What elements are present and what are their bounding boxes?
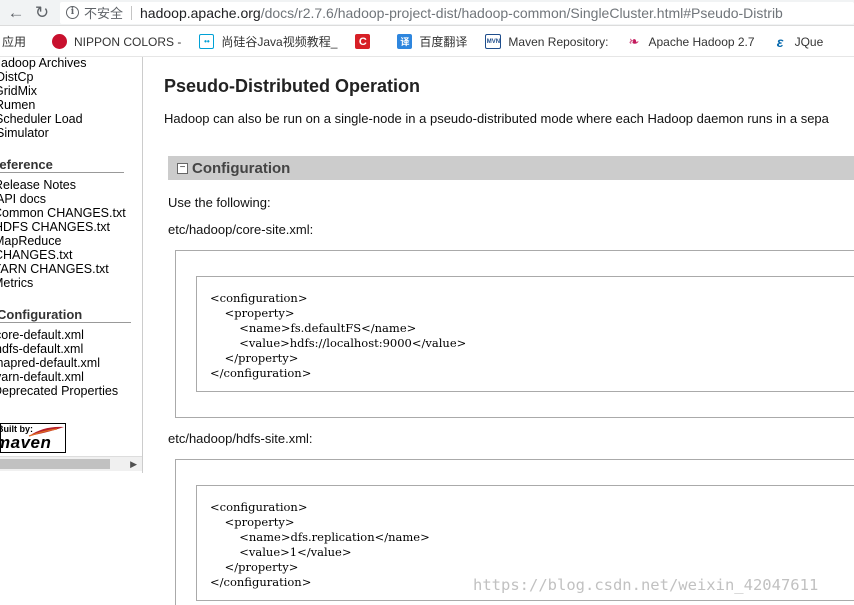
- collapse-icon[interactable]: −: [177, 162, 188, 174]
- back-arrow-icon[interactable]: ←: [6, 3, 26, 23]
- code-line: <value>1</value>: [210, 545, 352, 559]
- csdn-watermark: https://blog.csdn.net/weixin_42047611: [473, 576, 819, 594]
- nav-link-hdfs-changes[interactable]: HDFS CHANGES.txt: [0, 220, 110, 234]
- nav-link-core-default[interactable]: core-default.xml: [0, 328, 84, 342]
- code-line: <name>dfs.replication</name>: [210, 530, 430, 544]
- code-line: <value>hdfs://localhost:9000</value>: [210, 336, 467, 350]
- feather-icon: ❧: [626, 34, 642, 49]
- browser-toolbar: ← ↻ i 不安全 hadoop.apache.org/docs/r2.7.6/…: [0, 0, 854, 26]
- bookmark-jquery[interactable]: ε JQue: [772, 34, 824, 50]
- hdfs-site-label: etc/hadoop/hdfs-site.xml:: [168, 431, 313, 446]
- bookmark-label: 应用: [2, 35, 27, 49]
- nav-link-hdfs-default[interactable]: hdfs-default.xml: [0, 342, 83, 356]
- nav-link-common-changes[interactable]: Common CHANGES.txt: [0, 206, 126, 220]
- nav-link-deprecated-properties[interactable]: Deprecated Properties: [0, 384, 118, 398]
- code-line: <property>: [210, 515, 295, 529]
- nav-link-api-docs[interactable]: API docs: [0, 192, 46, 206]
- core-site-code-box: <configuration> <property> <name>fs.defa…: [175, 250, 854, 418]
- core-site-code-block[interactable]: <configuration> <property> <name>fs.defa…: [196, 276, 854, 392]
- maven-logo-text: maven: [0, 433, 52, 452]
- bookmark-maven-repository[interactable]: MVN Maven Repository:: [485, 34, 608, 49]
- insecure-label[interactable]: 不安全: [84, 3, 123, 22]
- nav-link-metrics[interactable]: Metrics: [0, 276, 33, 290]
- bookmark-label: Apache Hadoop 2.7: [648, 34, 755, 49]
- mvn-icon: MVN: [485, 34, 502, 49]
- use-following-text: Use the following:: [168, 195, 271, 210]
- nav-link-release-notes[interactable]: Release Notes: [0, 178, 76, 192]
- bookmark-label: JQue: [794, 34, 824, 49]
- bookmark-apache-hadoop[interactable]: ❧ Apache Hadoop 2.7: [626, 34, 755, 49]
- bookmark-label: NIPPON COLORS -: [74, 34, 182, 49]
- bookmark-red-c[interactable]: C: [355, 34, 377, 49]
- nav-link-hadoop-archives[interactable]: Hadoop Archives: [0, 57, 87, 70]
- horizontal-scrollbar[interactable]: ▶: [0, 456, 142, 471]
- nav-link-mapreduce[interactable]: MapReduce: [0, 234, 61, 248]
- bookmark-nippon-colors[interactable]: NIPPON COLORS -: [52, 34, 181, 49]
- bookmarks-bar: 应用 NIPPON COLORS - •• 尚硅谷Java视频教程_ C 译 百…: [0, 27, 854, 57]
- url-path[interactable]: /docs/r2.7.6/hadoop-project-dist/hadoop-…: [261, 5, 783, 21]
- info-icon[interactable]: i: [66, 6, 79, 19]
- nav-link-gridmix[interactable]: GridMix: [0, 84, 37, 98]
- nav-link-yarn-changes[interactable]: YARN CHANGES.txt: [0, 262, 109, 276]
- nippon-red-circle-icon: [52, 34, 68, 49]
- address-bar[interactable]: i 不安全 hadoop.apache.org/docs/r2.7.6/hado…: [60, 1, 854, 24]
- baidu-translate-icon: 译: [397, 34, 413, 49]
- jquery-e-icon: ε: [772, 34, 788, 50]
- nav-link-mapreduce-changes[interactable]: CHANGES.txt: [0, 248, 73, 262]
- nav-link-mapred-default[interactable]: mapred-default.xml: [0, 356, 100, 370]
- left-navigation: Hadoop Archives DistCp GridMix Rumen Sch…: [0, 57, 143, 473]
- red-c-icon: C: [355, 34, 371, 49]
- nav-link-simulator[interactable]: Simulator: [0, 126, 49, 140]
- configuration-section-header[interactable]: − Configuration: [168, 156, 854, 180]
- nav-link-scheduler-load[interactable]: Scheduler Load: [0, 112, 83, 126]
- nav-link-yarn-default[interactable]: yarn-default.xml: [0, 370, 84, 384]
- bookmark-baidu-translate[interactable]: 译 百度翻译: [397, 33, 467, 50]
- nav-link-rumen[interactable]: Rumen: [0, 98, 35, 112]
- code-line: <configuration>: [210, 291, 308, 305]
- bookmark-label: Maven Repository:: [508, 34, 609, 49]
- code-line: </configuration>: [210, 575, 312, 589]
- code-line: </configuration>: [210, 366, 312, 380]
- bookmark-label: 百度翻译: [419, 35, 468, 49]
- intro-paragraph: Hadoop can also be run on a single-node …: [164, 111, 829, 126]
- code-line: </property>: [210, 560, 299, 574]
- bookmark-atguigu[interactable]: •• 尚硅谷Java视频教程_: [199, 33, 337, 50]
- code-line: <configuration>: [210, 500, 308, 514]
- main-content: Pseudo-Distributed Operation Hadoop can …: [144, 57, 854, 605]
- nav-heading-configuration: Configuration: [0, 307, 131, 323]
- nav-heading-reference: Reference: [0, 157, 124, 173]
- code-line: </property>: [210, 351, 299, 365]
- core-site-label: etc/hadoop/core-site.xml:: [168, 222, 314, 237]
- built-by-maven-badge[interactable]: Built by: maven: [0, 423, 66, 453]
- omnibox-divider: [131, 5, 133, 20]
- code-line: <name>fs.defaultFS</name>: [210, 321, 417, 335]
- reload-icon[interactable]: ↻: [32, 3, 52, 23]
- url-host[interactable]: hadoop.apache.org: [140, 5, 261, 21]
- section-title: Configuration: [192, 159, 291, 177]
- bilibili-tv-icon: ••: [199, 34, 215, 49]
- code-line: <property>: [210, 306, 295, 320]
- bookmark-label: 尚硅谷Java视频教程_: [221, 35, 338, 49]
- page-title: Pseudo-Distributed Operation: [164, 76, 421, 96]
- scrollbar-thumb[interactable]: [0, 459, 110, 469]
- scroll-right-arrow-icon[interactable]: ▶: [130, 459, 137, 470]
- bookmark-apps[interactable]: 应用: [2, 33, 26, 50]
- nav-link-distcp[interactable]: DistCp: [0, 70, 34, 84]
